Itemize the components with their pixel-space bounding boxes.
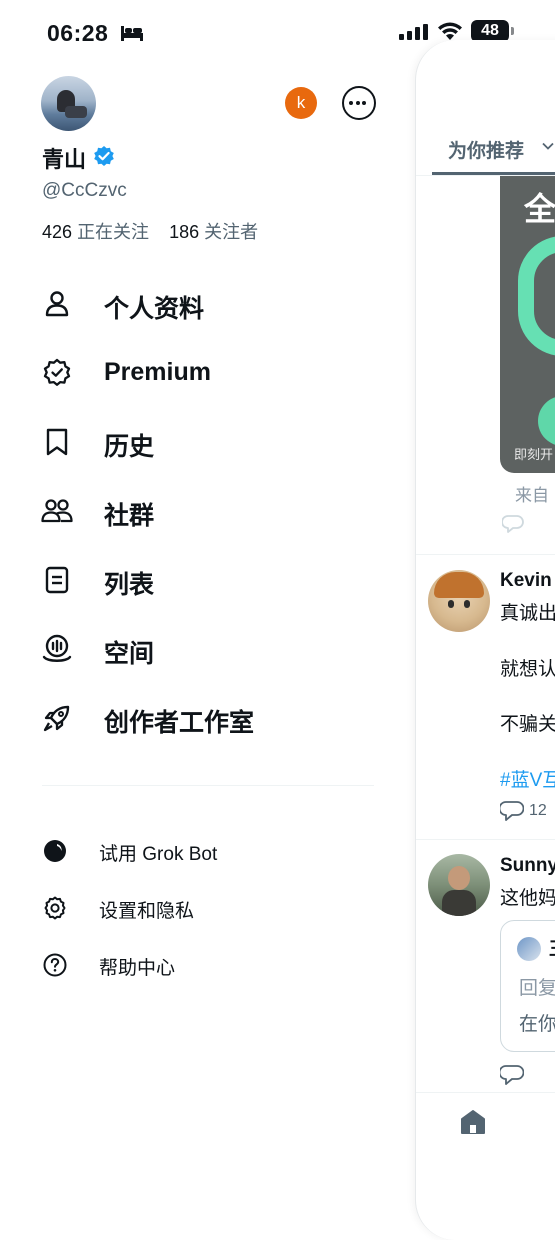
menu-label: 列表 [104,571,155,599]
menu-item-history[interactable]: 历史 [40,417,380,467]
menu-item-profile[interactable]: 个人资料 [40,279,380,329]
display-name[interactable]: 青山 [42,142,86,174]
quote-author: 王 [549,935,555,961]
ad-caption: 即刻开 [514,447,554,462]
menu-label: 社群 [104,502,155,530]
post-text-line: 就想认 [500,659,555,680]
premium-badge-icon [43,358,71,386]
help-icon [43,953,67,977]
post-text-line: 这他妈 [500,888,555,909]
battery-icon: 48 [471,20,514,42]
menu-item-help-center[interactable]: 帮助中心 [42,946,372,986]
post-separator [416,839,555,840]
menu-item-spaces[interactable]: 空间 [40,624,380,674]
reply-icon[interactable] [500,1064,524,1086]
more-accounts-button[interactable] [342,86,376,120]
follow-stats: 426 正在关注 186 关注者 [42,218,258,244]
menu-item-communities[interactable]: 社群 [40,486,380,536]
menu-item-lists[interactable]: 列表 [40,555,380,605]
ad-graphic-dot [538,396,555,446]
user-handle: @CcCzvc [42,180,127,201]
menu-item-grok-bot[interactable]: 试用 Grok Bot [42,832,372,872]
bottom-nav-border [416,1092,555,1093]
ad-source[interactable]: 来自 [515,481,549,506]
quote-reply-prefix: 回复 [519,978,555,999]
post-avatar[interactable] [428,854,490,916]
gear-icon [44,896,66,920]
post-text-line: 真诚出 [500,603,555,624]
post-hashtag[interactable]: #蓝V互 [500,765,555,792]
person-icon [45,291,69,317]
post-separator [416,554,555,555]
menu-label: Premium [104,358,211,386]
quote-text: 在你 [519,1014,555,1035]
menu-divider [42,785,374,786]
followers-count: 186 [169,222,200,242]
menu-label: 空间 [104,640,155,668]
post-text-line: 不骗关 [500,714,555,735]
following-count: 426 [42,222,73,242]
home-icon[interactable] [459,1108,487,1136]
menu-item-settings[interactable]: 设置和隐私 [42,889,372,929]
promoted-media[interactable]: 全 即刻开 [500,176,555,473]
reply-icon[interactable] [500,800,524,822]
reply-count: 12 [529,802,547,819]
spaces-icon [42,634,72,662]
quote-avatar [517,937,541,961]
communities-icon [41,499,73,523]
grok-icon [44,840,66,862]
switch-account-avatar[interactable]: k [285,87,317,119]
followers-link[interactable]: 186 关注者 [169,222,258,242]
menu-item-creator-studio[interactable]: 创作者工作室 [40,693,380,743]
reply-icon[interactable] [502,514,524,534]
verified-badge-icon [94,146,114,166]
post-author[interactable]: Kevin [500,570,552,592]
post-avatar[interactable] [428,570,490,632]
bookmark-icon [46,428,68,456]
menu-label: 创作者工作室 [104,709,255,737]
menu-label: 历史 [104,433,155,461]
quoted-post[interactable]: 王 回复 在你 [500,920,555,1052]
following-label: 正在关注 [77,222,150,242]
list-icon [45,566,69,594]
menu-label: 个人资料 [104,295,205,323]
tab-for-you[interactable]: 为你推荐 [448,136,524,163]
followers-label: 关注者 [204,222,259,242]
chevron-down-icon [542,142,554,150]
ad-headline: 全 [524,191,555,227]
rocket-icon [43,705,70,732]
profile-avatar[interactable] [41,76,96,131]
menu-label: 设置和隐私 [99,901,195,922]
wifi-icon [438,22,462,40]
menu-item-premium[interactable]: Premium [40,348,380,398]
post-author[interactable]: Sunny [500,855,555,877]
ad-graphic [518,236,555,356]
menu-label: 帮助中心 [99,958,176,979]
menu-label: 试用 Grok Bot [99,844,218,865]
following-link[interactable]: 426 正在关注 [42,222,149,242]
home-timeline-peek[interactable]: 为你推荐 全 即刻开 来自 Kevin 真诚出 就想认 不骗关 #蓝V互 12 … [415,40,555,1240]
side-drawer: k 青山 @CcCzvc 426 正在关注 186 关注者 个人资料 Premi… [0,0,415,1200]
